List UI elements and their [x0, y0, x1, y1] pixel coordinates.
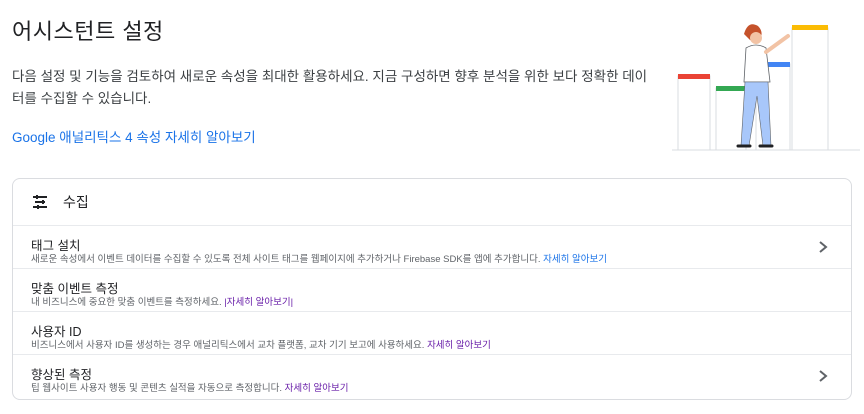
filter-list-icon — [33, 195, 47, 209]
page-description: 다음 설정 및 기능을 검토하여 새로운 속성을 최대한 활용하세요. 지금 구… — [12, 69, 648, 106]
learn-more-link[interactable]: 자세히 알아보기 — [285, 383, 349, 394]
collection-card: 수집 태그 설치 새로운 속성에서 이벤트 데이터를 수집할 수 있도록 전체 … — [12, 178, 852, 400]
ga4-learn-more-link[interactable]: Google 애널리틱스 4 속성 자세히 알아보기 — [12, 126, 256, 146]
row-user-id[interactable]: 사용자 ID 비즈니스에서 사용자 ID를 생성하는 경우 애널리틱스에서 교차… — [13, 312, 851, 355]
row-tag-install[interactable]: 태그 설치 새로운 속성에서 이벤트 데이터를 수집할 수 있도록 전체 사이트… — [13, 226, 851, 269]
learn-more-link[interactable]: 자세히 알아보기 — [427, 340, 491, 351]
learn-more-link[interactable]: |자세히 알아보기| — [224, 297, 293, 308]
row-subtitle: 내 비즈니스에 중요한 맞춤 이벤트를 측정하세요. |자세히 알아보기| — [31, 297, 294, 308]
row-custom-events[interactable]: 맞춤 이벤트 측정 내 비즈니스에 중요한 맞춤 이벤트를 측정하세요. |자세… — [13, 269, 851, 312]
chevron-right-icon[interactable] — [817, 369, 829, 383]
row-subtitle: 팁 웹사이트 사용자 행동 및 콘텐츠 실적을 자동으로 측정합니다. 자세히 … — [31, 383, 349, 394]
person-with-bars-illustration — [672, 24, 860, 151]
row-enhanced-measurement[interactable]: 향상된 측정 팁 웹사이트 사용자 행동 및 콘텐츠 실적을 자동으로 측정합니… — [13, 355, 851, 398]
row-subtitle: 새로운 속성에서 이벤트 데이터를 수집할 수 있도록 전체 사이트 태그를 웹… — [31, 254, 607, 265]
collection-title: 수집 — [63, 194, 89, 210]
chevron-right-icon[interactable] — [817, 240, 829, 254]
page-title: 어시스턴트 설정 — [12, 19, 164, 44]
learn-more-link[interactable]: 자세히 알아보기 — [543, 254, 607, 265]
row-subtitle: 비즈니스에서 사용자 ID를 생성하는 경우 애널리틱스에서 교차 플랫폼, 교… — [31, 340, 491, 351]
collection-card-header: 수집 — [13, 179, 851, 226]
